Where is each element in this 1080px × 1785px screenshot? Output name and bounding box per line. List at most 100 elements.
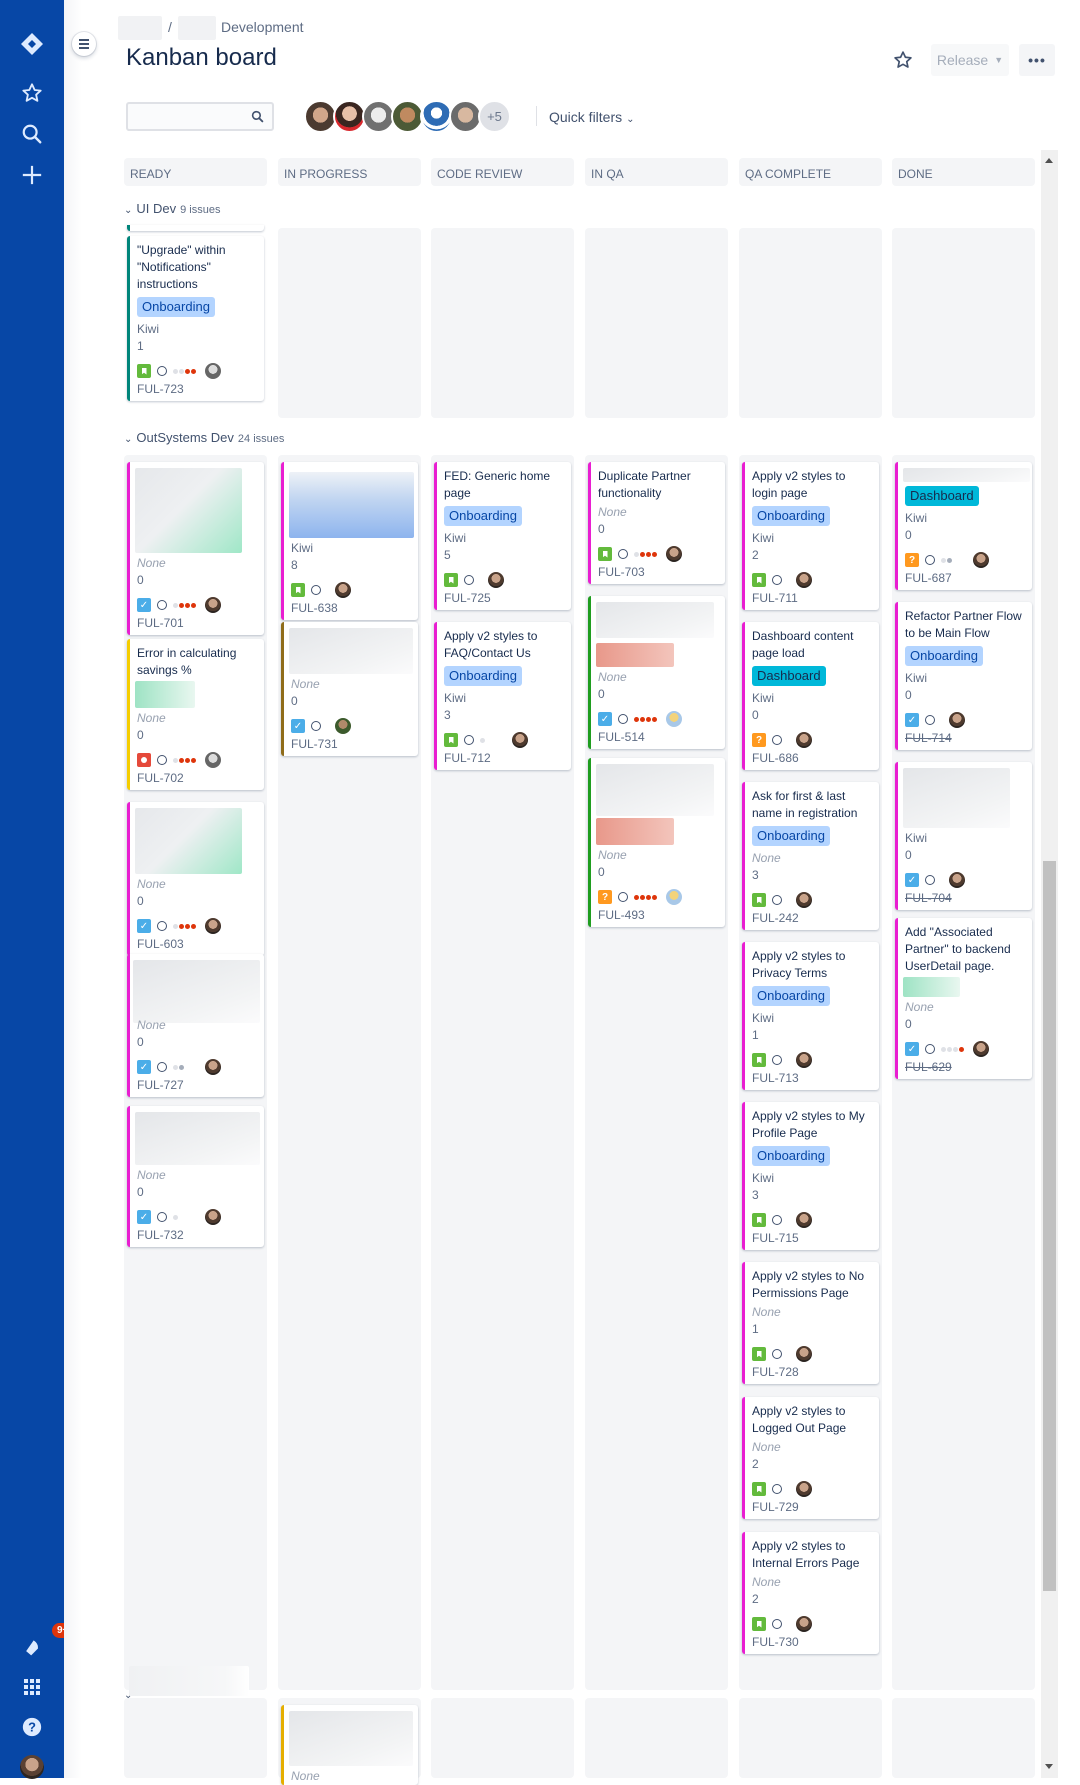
issue-key[interactable]: FUL-732 [137, 1227, 258, 1243]
issue-key[interactable]: FUL-629 [905, 1059, 1026, 1075]
issue-card[interactable]: Duplicate Partner functionality None 0 F… [588, 462, 725, 584]
epic-label: Onboarding [752, 506, 830, 526]
issue-card[interactable]: Apply v2 styles to Internal Errors Page … [742, 1532, 879, 1654]
issue-key[interactable]: FUL-703 [598, 564, 719, 580]
starred-icon[interactable] [16, 77, 48, 109]
issue-key[interactable]: FUL-514 [598, 729, 719, 745]
lane-ui-dev-col-in-qa [585, 228, 728, 418]
card-story-points: 1 [752, 1322, 759, 1336]
assignee-avatar [205, 752, 221, 768]
card-team: None [137, 877, 166, 891]
issue-key[interactable]: FUL-728 [752, 1364, 873, 1380]
breadcrumb-project[interactable]: Development [221, 19, 304, 35]
issue-key[interactable]: FUL-242 [752, 910, 873, 926]
help-icon[interactable]: ? [16, 1711, 48, 1743]
more-assignees-button[interactable]: +5 [478, 100, 511, 133]
issue-key[interactable]: FUL-603 [137, 936, 258, 952]
breadcrumb-redacted-2[interactable] [178, 16, 216, 40]
priority-icon [157, 600, 167, 610]
card-story-points: 2 [752, 548, 759, 562]
task-checkbox-icon: ✓ [137, 1060, 151, 1074]
issue-card[interactable]: "Upgrade" within "Notifications" instruc… [127, 236, 264, 401]
assignee-avatar [335, 582, 351, 598]
scroll-up-arrow-icon[interactable] [1045, 158, 1053, 163]
create-icon[interactable] [16, 159, 48, 191]
issue-card[interactable]: Error in calculating savings % None 0 FU… [127, 639, 264, 790]
card-team: Kiwi [905, 831, 928, 845]
issue-key[interactable]: FUL-702 [137, 770, 258, 786]
board-search-input[interactable] [126, 102, 274, 131]
scrollbar-thumb[interactable] [1043, 861, 1056, 1591]
notifications-bell-icon[interactable]: 9+ [16, 1623, 74, 1663]
issue-card[interactable]: None 0 ✓ FUL-732 [127, 1106, 264, 1247]
issue-card[interactable]: Kiwi 0 ✓ FUL-704 [895, 762, 1032, 910]
issue-key[interactable]: FUL-712 [444, 750, 565, 766]
issue-key[interactable]: FUL-704 [905, 890, 1026, 906]
issue-key[interactable]: FUL-638 [291, 600, 412, 616]
jira-logo-icon[interactable] [16, 28, 48, 60]
issue-card[interactable]: Ask for first & last name in registratio… [742, 782, 879, 930]
search-icon[interactable] [16, 118, 48, 150]
star-board-button[interactable] [893, 50, 917, 74]
issue-card[interactable]: Refactor Partner Flow to be Main Flow On… [895, 602, 1032, 750]
epic-label: Onboarding [444, 506, 522, 526]
search-icon [251, 110, 264, 128]
issue-card[interactable]: Add "Associated Partner" to backend User… [895, 918, 1032, 1079]
collapse-sidebar-button[interactable] [72, 32, 96, 56]
issue-card[interactable]: None 0 ✓ FUL-731 [281, 622, 418, 756]
issue-card[interactable]: Dashboard Kiwi 0 ? FUL-687 [895, 462, 1032, 590]
profile-avatar[interactable] [20, 1755, 44, 1779]
issue-key[interactable]: FUL-727 [137, 1077, 258, 1093]
quick-filters-dropdown[interactable]: Quick filters ⌄ [549, 109, 635, 125]
story-icon [752, 893, 766, 907]
issue-card-partial[interactable] [127, 225, 264, 231]
issue-key[interactable]: FUL-731 [291, 736, 412, 752]
issue-key[interactable]: FUL-686 [752, 750, 873, 766]
issue-key[interactable]: FUL-713 [752, 1070, 873, 1086]
issue-card[interactable]: Apply v2 styles to Logged Out Page None … [742, 1397, 879, 1519]
lane-ui-dev-col-done [892, 228, 1035, 418]
issue-card[interactable]: None 0 ✓ FUL-603 [127, 802, 264, 956]
chevron-down-icon: ⌄ [124, 434, 133, 445]
issue-key[interactable]: FUL-730 [752, 1634, 873, 1650]
issue-card[interactable]: Apply v2 styles to No Permissions Page N… [742, 1262, 879, 1384]
breadcrumb-redacted-1[interactable] [118, 16, 162, 40]
issue-key[interactable]: FUL-711 [752, 590, 873, 606]
question-icon: ? [752, 733, 766, 747]
issue-key[interactable]: FUL-493 [598, 907, 719, 923]
priority-icon [925, 555, 935, 565]
redacted-summary [289, 628, 413, 674]
issue-key[interactable]: FUL-687 [905, 570, 1026, 586]
board-scrollbar[interactable] [1041, 150, 1058, 1778]
issue-key[interactable]: FUL-725 [444, 590, 565, 606]
issue-key[interactable]: FUL-715 [752, 1230, 873, 1246]
issue-card[interactable]: Kiwi 8 FUL-638 [281, 462, 418, 620]
issue-card[interactable]: Apply v2 styles to login page Onboarding… [742, 462, 879, 610]
swimlane-ui-dev-toggle[interactable]: ⌄ UI Dev 9 issues [124, 201, 220, 216]
issue-card[interactable]: None [281, 1705, 418, 1785]
issue-card[interactable]: None 0 ? FUL-493 [588, 758, 725, 927]
issue-card[interactable]: Apply v2 styles to FAQ/Contact Us Onboar… [434, 622, 571, 770]
card-story-points: 3 [444, 708, 451, 722]
issue-card[interactable]: FED: Generic home page Onboarding Kiwi 5… [434, 462, 571, 610]
issue-card[interactable]: Dashboard content page load Dashboard Ki… [742, 622, 879, 770]
issue-key[interactable]: FUL-729 [752, 1499, 873, 1515]
lane-lower-col-in-qa [585, 1698, 728, 1778]
release-button[interactable]: Release ▼ [931, 44, 1009, 76]
issue-key[interactable]: FUL-714 [905, 730, 1026, 746]
issue-key[interactable]: FUL-701 [137, 615, 258, 631]
swimlane-outsystems-dev-toggle[interactable]: ⌄ OutSystems Dev 24 issues [124, 430, 284, 445]
issue-key[interactable]: FUL-723 [137, 381, 258, 397]
card-team: None [752, 1305, 781, 1319]
app-switcher-icon[interactable] [16, 1671, 48, 1703]
issue-card[interactable]: Apply v2 styles to My Profile Page Onboa… [742, 1102, 879, 1250]
scroll-down-arrow-icon[interactable] [1045, 1764, 1053, 1769]
issue-card[interactable]: Apply v2 styles to Privacy Terms Onboard… [742, 942, 879, 1090]
card-summary: Apply v2 styles to Logged Out Page [752, 1404, 847, 1435]
issue-card[interactable]: None 0 ✓ FUL-727 [127, 954, 264, 1097]
more-actions-button[interactable]: ••• [1019, 44, 1055, 76]
issue-card[interactable]: None 0 ✓ FUL-701 [127, 462, 264, 635]
card-summary: Duplicate Partner functionality [598, 469, 691, 500]
assignee-avatar [666, 711, 682, 727]
issue-card[interactable]: None 0 ✓ FUL-514 [588, 596, 725, 749]
